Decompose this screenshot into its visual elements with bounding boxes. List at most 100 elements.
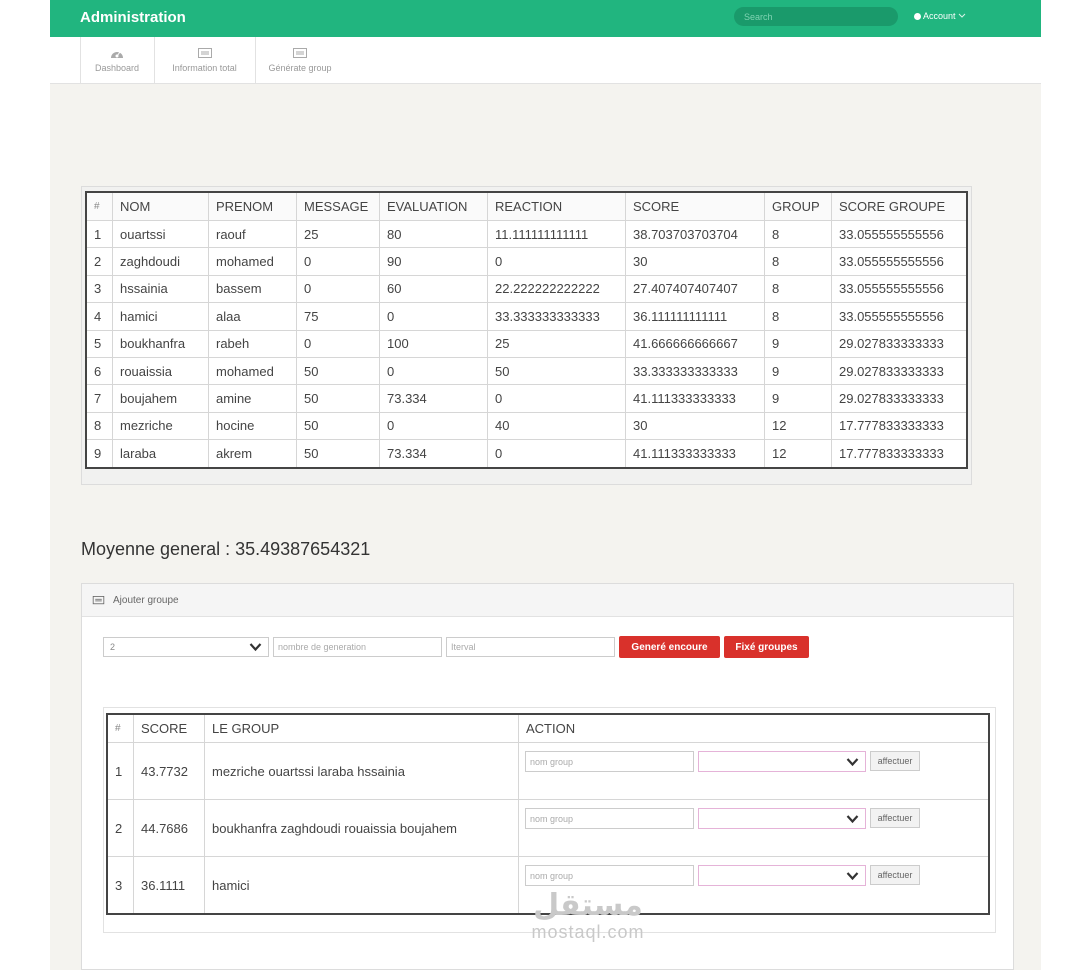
table-cell: zaghdoudi xyxy=(112,247,209,276)
table-cell: boukhanfra zaghdoudi rouaissia boujahem xyxy=(204,799,519,857)
table-cell: 8 xyxy=(764,302,832,331)
monitor-icon xyxy=(197,47,212,58)
table-cell: 9 xyxy=(764,329,832,358)
chevron-down-icon xyxy=(958,13,965,18)
table-cell: hssainia xyxy=(112,274,209,304)
nav-item-generate-group[interactable]: Générate group xyxy=(255,37,345,83)
table-cell: 25 xyxy=(296,219,380,249)
admin-app: Administration Account Dashboard Informa… xyxy=(50,0,1041,970)
table-cell: 1 xyxy=(85,219,113,249)
table-cell: 0 xyxy=(487,439,626,469)
table-row: 2 zaghdoudi mohamed 0 90 0 30 8 33.055555555556 xyxy=(85,247,968,276)
table-row: 8 mezriche hocine 50 0 40 30 12 17.777833333333 xyxy=(85,411,968,441)
assign-button[interactable]: affectuer xyxy=(870,865,920,885)
generate-button[interactable]: Generé encoure xyxy=(619,636,720,658)
group-name-input[interactable] xyxy=(525,865,694,886)
table-cell: 8 xyxy=(764,219,832,249)
group-select[interactable] xyxy=(698,808,866,829)
table-cell: 8 xyxy=(85,411,113,441)
nav-item-dashboard[interactable]: Dashboard xyxy=(80,37,155,83)
table-cell: 0 xyxy=(296,247,380,276)
group-name-input[interactable] xyxy=(525,751,694,772)
assign-button[interactable]: affectuer xyxy=(870,808,920,828)
table-cell: boukhanfra xyxy=(112,329,209,358)
table-cell: hamici xyxy=(112,302,209,331)
table-cell: 12 xyxy=(764,411,832,441)
table-cell: 30 xyxy=(625,411,765,441)
table-cell: boujahem xyxy=(112,384,209,413)
table-cell: 41.666666666667 xyxy=(625,329,765,358)
action-cell: affectuer xyxy=(518,856,990,915)
groups-table: # SCORE LE GROUP ACTION 1 43.7732 mezriche… xyxy=(106,713,990,915)
table-cell: 43.7732 xyxy=(133,742,205,800)
students-table: # NOM PRENOM MESSAGE EVALUATION REACTION… xyxy=(85,191,968,469)
nav-item-label: Dashboard xyxy=(94,62,140,73)
dashboard-icon xyxy=(111,51,123,58)
table-cell: 33.333333333333 xyxy=(625,356,765,386)
table-header-row: # NOM PRENOM MESSAGE EVALUATION REACTION… xyxy=(85,191,968,221)
table-cell: 3 xyxy=(85,274,113,304)
table-cell: 0 xyxy=(379,302,488,331)
group-size-select[interactable]: 2 xyxy=(103,637,269,657)
table-cell: mohamed xyxy=(208,356,297,386)
table-cell: 0 xyxy=(296,274,380,304)
table-cell: 44.7686 xyxy=(133,799,205,857)
table-cell: 5 xyxy=(85,329,113,358)
search-input[interactable] xyxy=(734,7,898,26)
top-bar: Administration Account xyxy=(50,0,1041,37)
col-header-group: GROUP xyxy=(764,191,832,221)
chevron-down-icon xyxy=(846,815,859,824)
table-row: 5 boukhanfra rabeh 0 100 25 41.666666666667 9 29… xyxy=(85,329,968,358)
brand-title[interactable]: Administration xyxy=(80,9,186,26)
chevron-down-icon xyxy=(846,758,859,767)
moyenne-general: Moyenne general : 35.49387654321 xyxy=(81,539,371,559)
table-cell: 29.027833333333 xyxy=(831,356,968,386)
nav-item-label: Information total xyxy=(172,62,237,73)
table-cell: rabeh xyxy=(208,329,297,358)
table-cell: 50 xyxy=(296,384,380,413)
table-cell: 0 xyxy=(487,247,626,276)
table-cell: laraba xyxy=(112,439,209,469)
table-cell: 17.777833333333 xyxy=(831,411,968,441)
table-cell: 17.777833333333 xyxy=(831,439,968,469)
table-cell: 75 xyxy=(296,302,380,331)
groups-table-body: 1 43.7732 mezriche ouartssi laraba hssaini… xyxy=(106,742,990,915)
interval-input[interactable] xyxy=(446,637,615,657)
nav-item-information-total[interactable]: Information total xyxy=(154,37,256,83)
user-icon xyxy=(914,12,921,20)
table-cell: 9 xyxy=(764,384,832,413)
fix-groups-button[interactable]: Fixé groupes xyxy=(724,636,809,658)
table-cell: 2 xyxy=(85,247,113,276)
table-cell: mezriche ouartssi laraba hssainia xyxy=(204,742,519,800)
table-cell: 50 xyxy=(296,356,380,386)
group-name-input[interactable] xyxy=(525,808,694,829)
account-label: Account xyxy=(923,11,956,21)
group-select[interactable] xyxy=(698,865,866,886)
table-cell: 6 xyxy=(85,356,113,386)
table-cell: 9 xyxy=(764,356,832,386)
action-cell: affectuer xyxy=(518,742,990,800)
table-cell: mezriche xyxy=(112,411,209,441)
assign-button[interactable]: affectuer xyxy=(870,751,920,771)
table-cell: 12 xyxy=(764,439,832,469)
table-row: 1 43.7732 mezriche ouartssi laraba hssaini… xyxy=(106,742,990,800)
table-cell: 25 xyxy=(487,329,626,358)
table-row: 336.1111hamici affectuer xyxy=(106,856,990,915)
select-value: 2 xyxy=(110,642,116,652)
col-header-action: ACTION xyxy=(518,713,990,743)
table-row: 3 hssainia bassem 0 60 22.222222222222 27.4074… xyxy=(85,274,968,304)
table-cell: 8 xyxy=(764,274,832,304)
monitor-icon xyxy=(92,595,105,604)
students-table-body: 1 ouartssi raouf 25 80 11.111111111111 38.7037… xyxy=(85,219,968,469)
account-menu[interactable]: Account xyxy=(914,11,966,21)
generation-count-input[interactable] xyxy=(273,637,442,657)
nav-bar: Dashboard Information total Générate gro… xyxy=(50,37,1041,84)
table-cell: rouaissia xyxy=(112,356,209,386)
table-cell: 33.055555555556 xyxy=(831,247,968,276)
table-cell: 36.1111 xyxy=(133,856,205,915)
group-select[interactable] xyxy=(698,751,866,772)
chevron-down-icon xyxy=(249,643,262,652)
table-cell: hamici xyxy=(204,856,519,915)
nav-item-label: Générate group xyxy=(268,62,332,73)
table-row: 6 rouaissia mohamed 50 0 50 33.333333333333 9 29… xyxy=(85,356,968,386)
